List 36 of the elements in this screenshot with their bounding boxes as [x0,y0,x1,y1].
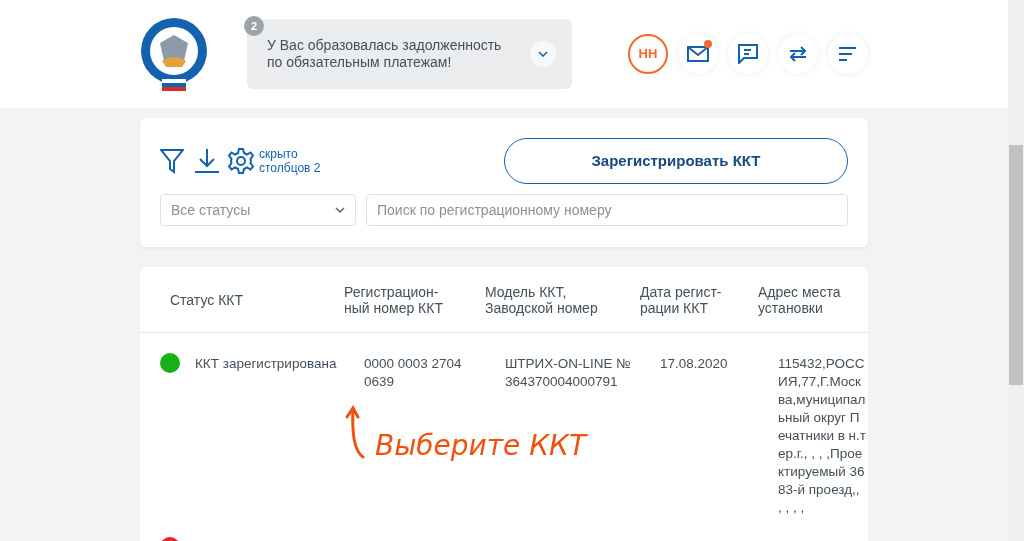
column-header: Регистрацион-ный номер ККТ [344,283,444,316]
chat-icon [738,44,758,64]
download-button[interactable] [194,148,220,174]
menu-button[interactable] [828,34,868,74]
columns-settings-button[interactable]: скрыто столбцов 2 [227,147,329,175]
search-field[interactable]: Поиск по регистрационному номеру [366,194,848,226]
swap-button[interactable] [778,34,818,74]
table-cell: 115432,РОССИЯ,77,Г.Москва,муниципальный округ Печатники в н.тер.г., , , ,Проектируемый 3683-й проезд,, , , , , [778,355,866,517]
status-text: ККТ зарегистрирована [194,355,338,373]
notification-count-badge: 2 [244,16,264,36]
swap-arrows-icon [789,46,807,62]
filter-button[interactable] [160,148,184,174]
annotation-text: Выберите ККТ [375,429,587,463]
column-header: Статус ККТ [169,291,244,308]
menu-icon [839,46,857,62]
download-icon [194,148,220,174]
table-cell-text: 0000 0003 2704 0639 [364,355,463,391]
expand-button[interactable] [530,41,556,67]
table-cell-text: ШТРИХ-ON-LINE № 364370004000791 [505,355,632,391]
hidden-columns-label: скрыто столбцов 2 [259,147,322,175]
filter-icon [160,148,184,174]
column-header: Дата регист-рации ККТ [640,283,723,316]
chat-button[interactable] [728,34,768,74]
arrow-drawing [345,405,367,459]
scrollbar-thumb[interactable] [1009,145,1023,385]
chevron-down-icon [335,207,345,213]
table-cell-text: 17.08.2020 [660,355,729,373]
column-header: Адрес места установки [758,283,842,316]
column-header: Модель ККТ, Заводской номер [485,283,599,316]
status-dropdown[interactable]: Все статусы [160,194,356,226]
dropdown-value: Все статусы [171,200,251,220]
chevron-down-icon [538,51,548,57]
gear-icon [227,147,255,175]
mail-button[interactable] [678,34,718,74]
notification-text: У Вас образовалась задолженность по обязательным платежам! [267,37,503,71]
envelope-icon [687,46,709,62]
